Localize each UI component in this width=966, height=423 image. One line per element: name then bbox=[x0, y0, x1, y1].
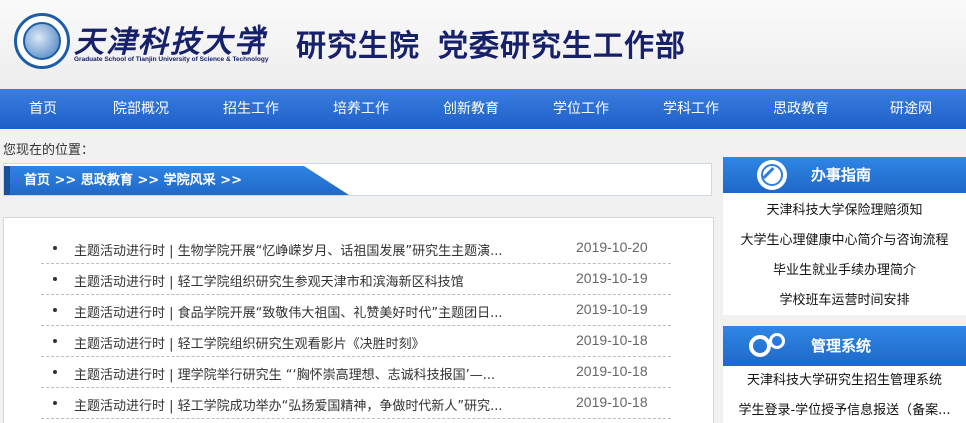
systems-panel: 管理系统 天津科技大学研究生招生管理系统 学生登录-学位授予信息报送（备案... bbox=[723, 326, 966, 423]
main-nav: 首页 院部概况 招生工作 培养工作 创新教育 学位工作 学科工作 思政教育 研途… bbox=[0, 89, 966, 129]
bullet-icon bbox=[53, 277, 57, 281]
university-seal-icon[interactable] bbox=[14, 13, 70, 69]
bullet-icon bbox=[53, 246, 57, 250]
guide-link[interactable]: 大学生心理健康中心简介与咨询流程 bbox=[723, 226, 966, 256]
breadcrumb: 首页 >> 思政教育 >> 学院风采 >> bbox=[4, 166, 349, 195]
guide-title: 办事指南 bbox=[811, 166, 872, 184]
systems-header: 管理系统 bbox=[723, 326, 966, 366]
guide-header: 办事指南 bbox=[723, 157, 966, 193]
systems-link[interactable]: 学生登录-学位授予信息报送（备案... bbox=[723, 396, 966, 423]
site-header: 天津科技大学 Graduate School of Tianjin Univer… bbox=[0, 0, 966, 89]
news-title[interactable]: 主题活动进行时 | 轻工学院组织研究生观看影片《决胜时刻》 bbox=[74, 333, 534, 352]
university-logo-text[interactable]: 天津科技大学 bbox=[74, 17, 266, 61]
nav-item-overview[interactable]: 院部概况 bbox=[86, 89, 196, 129]
nav-item-home[interactable]: 首页 bbox=[0, 89, 86, 129]
university-logo-subtitle: Graduate School of Tianjin University of… bbox=[74, 56, 269, 63]
site-title: 研究生院 党委研究生工作部 bbox=[296, 21, 686, 65]
news-title[interactable]: 主题活动进行时 | 轻工学院组织研究生参观天津市和滨海新区科技馆 bbox=[74, 271, 534, 290]
nav-item-yantu[interactable]: 研途网 bbox=[856, 89, 966, 129]
nav-item-ideology[interactable]: 思政教育 bbox=[746, 89, 856, 129]
news-item[interactable]: 主题活动进行时 | 轻工学院成功举办“弘扬爱国精神，争做时代新人”研究... 2… bbox=[41, 388, 671, 419]
breadcrumb-text[interactable]: 首页 >> 思政教育 >> 学院风采 >> bbox=[24, 166, 242, 195]
news-date: 2019-10-19 bbox=[576, 301, 648, 317]
bullet-icon bbox=[53, 370, 57, 374]
systems-link[interactable]: 天津科技大学研究生招生管理系统 bbox=[723, 366, 966, 396]
news-date: 2019-10-20 bbox=[576, 239, 648, 255]
news-item[interactable]: 主题活动进行时 | 轻工学院组织研究生观看影片《决胜时刻》 2019-10-18 bbox=[41, 326, 671, 357]
news-item[interactable]: 主题活动进行时 | 生物学院开展“忆峥嵘岁月、话祖国发展”研究生主题演... 2… bbox=[41, 233, 671, 264]
news-item[interactable]: 主题活动进行时 | 食品学院开展“致敬伟大祖国、礼赞美好时代”主题团日... 2… bbox=[41, 295, 671, 326]
site-title-graduate-school: 研究生院 bbox=[296, 29, 420, 64]
nav-item-innovation[interactable]: 创新教育 bbox=[416, 89, 526, 129]
news-item[interactable]: 主题活动进行时 | 轻工学院组织研究生参观天津市和滨海新区科技馆 2019-10… bbox=[41, 264, 671, 295]
news-title[interactable]: 主题活动进行时 | 生物学院开展“忆峥嵘岁月、话祖国发展”研究生主题演... bbox=[74, 240, 534, 259]
news-date: 2019-10-19 bbox=[576, 270, 648, 286]
news-title[interactable]: 主题活动进行时 | 理学院举行研究生 “‘胸怀崇高理想、志诚科技报国’—... bbox=[74, 364, 534, 383]
news-list: 主题活动进行时 | 生物学院开展“忆峥嵘岁月、话祖国发展”研究生主题演... 2… bbox=[3, 217, 714, 423]
news-title[interactable]: 主题活动进行时 | 食品学院开展“致敬伟大祖国、礼赞美好时代”主题团日... bbox=[74, 302, 534, 321]
guide-panel: 办事指南 天津科技大学保险理赔须知 大学生心理健康中心简介与咨询流程 毕业生就业… bbox=[723, 157, 966, 315]
news-title[interactable]: 主题活动进行时 | 轻工学院成功举办“弘扬爱国精神，争做时代新人”研究... bbox=[74, 395, 534, 414]
news-date: 2019-10-18 bbox=[576, 332, 648, 348]
compass-icon bbox=[757, 160, 787, 190]
guide-link[interactable]: 毕业生就业手续办理简介 bbox=[723, 256, 966, 286]
guide-link[interactable]: 学校班车运营时间安排 bbox=[723, 286, 966, 316]
site-title-party-committee: 党委研究生工作部 bbox=[438, 29, 686, 64]
systems-title: 管理系统 bbox=[811, 337, 872, 355]
nav-item-training[interactable]: 培养工作 bbox=[306, 89, 416, 129]
nav-item-admissions[interactable]: 招生工作 bbox=[196, 89, 306, 129]
breadcrumb-bar: 首页 >> 思政教育 >> 学院风采 >> bbox=[3, 163, 712, 196]
nav-item-discipline[interactable]: 学科工作 bbox=[636, 89, 746, 129]
guide-link[interactable]: 天津科技大学保险理赔须知 bbox=[723, 196, 966, 226]
location-label: 您现在的位置： bbox=[3, 143, 95, 158]
news-date: 2019-10-18 bbox=[576, 394, 648, 410]
news-date: 2019-10-18 bbox=[576, 363, 648, 379]
news-item[interactable]: 主题活动进行时 | 理学院举行研究生 “‘胸怀崇高理想、志诚科技报国’—... … bbox=[41, 357, 671, 388]
bullet-icon bbox=[53, 308, 57, 312]
bullet-icon bbox=[53, 401, 57, 405]
header-divider: | bbox=[255, 19, 264, 55]
bullet-icon bbox=[53, 339, 57, 343]
nav-item-degree[interactable]: 学位工作 bbox=[526, 89, 636, 129]
